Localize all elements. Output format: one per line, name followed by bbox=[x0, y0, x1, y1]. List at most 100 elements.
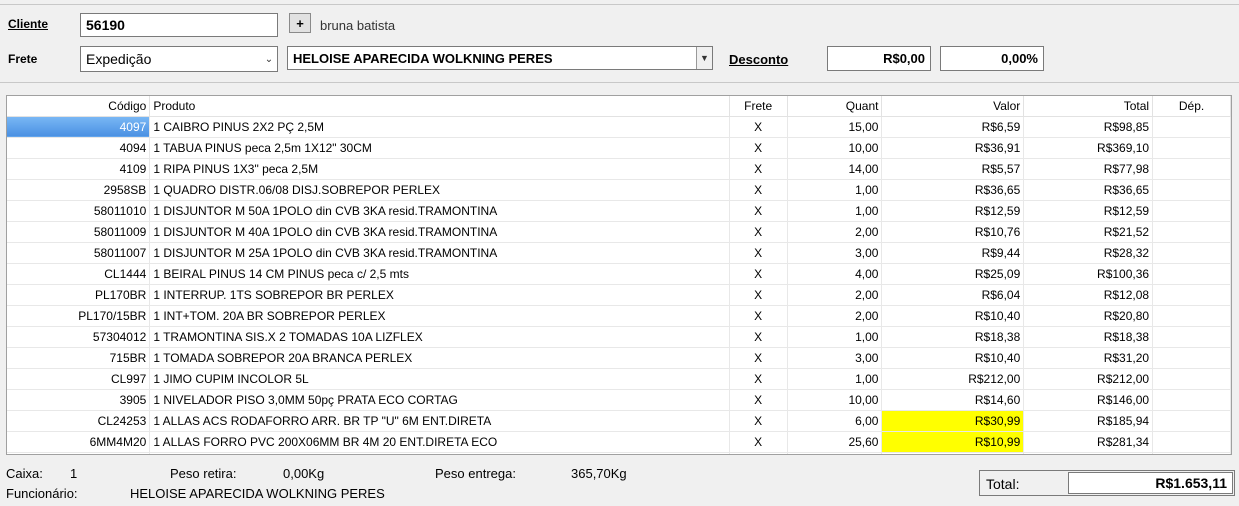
cell-produto[interactable]: 1 INT+TOM. 20A BR SOBREPOR PERLEX bbox=[149, 305, 730, 327]
cell-dep[interactable] bbox=[1152, 410, 1231, 432]
cell-produto[interactable]: 1 ALLAS ACS RODAFORRO ARR. BR TP "U" 6M … bbox=[149, 410, 730, 432]
cell-valor[interactable]: R$6,59 bbox=[881, 116, 1025, 138]
table-row[interactable]: 715BR 1 TOMADA SOBREPOR 20A BRANCA PERLEX… bbox=[7, 347, 1231, 369]
cell-valor[interactable]: R$5,57 bbox=[881, 158, 1025, 180]
cell-total[interactable]: R$100,36 bbox=[1023, 263, 1154, 285]
col-header-quant[interactable]: Quant bbox=[787, 96, 883, 117]
items-grid[interactable]: Código Produto Frete Quant Valor Total D… bbox=[6, 95, 1232, 455]
cell-frete[interactable]: X bbox=[729, 284, 788, 306]
cliente-input[interactable]: 56190 bbox=[80, 13, 278, 37]
cell-valor[interactable]: R$9,44 bbox=[881, 242, 1025, 264]
cell-total[interactable]: R$369,10 bbox=[1023, 137, 1154, 159]
cell-codigo[interactable]: 57304012 bbox=[7, 326, 151, 348]
cell-codigo[interactable]: 4094 bbox=[7, 137, 151, 159]
table-row[interactable]: 58011007 1 DISJUNTOR M 25A 1POLO din CVB … bbox=[7, 242, 1231, 264]
table-row[interactable]: PL170/15BR 1 INT+TOM. 20A BR SOBREPOR PER… bbox=[7, 305, 1231, 327]
cell-codigo[interactable]: CL997 bbox=[7, 368, 151, 390]
cell-frete[interactable]: X bbox=[729, 242, 788, 264]
cell-produto[interactable]: 1 TABUA PINUS peca 2,5m 1X12" 30CM bbox=[149, 137, 730, 159]
cell-total-empty[interactable] bbox=[1023, 452, 1154, 454]
cell-frete[interactable]: X bbox=[729, 179, 788, 201]
cell-codigo[interactable]: 58011007 bbox=[7, 242, 151, 264]
table-row[interactable]: PL170BR 1 INTERRUP. 1TS SOBREPOR BR PERLE… bbox=[7, 284, 1231, 306]
cell-total[interactable]: R$281,34 bbox=[1023, 431, 1154, 453]
cell-produto[interactable]: 1 DISJUNTOR M 50A 1POLO din CVB 3KA resi… bbox=[149, 200, 730, 222]
cell-valor[interactable]: R$10,40 bbox=[881, 305, 1025, 327]
cell-valor[interactable]: R$6,04 bbox=[881, 284, 1025, 306]
cell-frete[interactable]: X bbox=[729, 431, 788, 453]
cell-produto[interactable]: 1 ALLAS FORRO PVC 200X06MM BR 4M 20 ENT.… bbox=[149, 431, 730, 453]
cell-codigo[interactable]: CL1444 bbox=[7, 263, 151, 285]
cell-quant[interactable]: 3,00 bbox=[787, 242, 883, 264]
cell-frete[interactable]: X bbox=[729, 221, 788, 243]
cell-dep-empty[interactable] bbox=[1152, 452, 1231, 454]
cell-codigo[interactable]: 4109 bbox=[7, 158, 151, 180]
cell-frete[interactable]: X bbox=[729, 158, 788, 180]
cell-dep[interactable] bbox=[1152, 284, 1231, 306]
cell-total[interactable]: R$77,98 bbox=[1023, 158, 1154, 180]
cell-codigo[interactable]: 3905 bbox=[7, 389, 151, 411]
cell-total[interactable]: R$20,80 bbox=[1023, 305, 1154, 327]
cell-quant[interactable]: 3,00 bbox=[787, 347, 883, 369]
cell-produto[interactable]: 1 NIVELADOR PISO 3,0MM 50pç PRATA ECO CO… bbox=[149, 389, 730, 411]
cell-codigo[interactable]: PL170BR bbox=[7, 284, 151, 306]
cell-quant[interactable]: 6,00 bbox=[787, 410, 883, 432]
cell-dep[interactable] bbox=[1152, 221, 1231, 243]
cell-total[interactable]: R$18,38 bbox=[1023, 326, 1154, 348]
cell-dep[interactable] bbox=[1152, 326, 1231, 348]
cell-codigo[interactable]: 6MM4M20 bbox=[7, 431, 151, 453]
cell-valor[interactable]: R$10,40 bbox=[881, 347, 1025, 369]
cell-quant[interactable]: 2,00 bbox=[787, 284, 883, 306]
cell-quant[interactable]: 2,00 bbox=[787, 221, 883, 243]
cell-total[interactable]: R$185,94 bbox=[1023, 410, 1154, 432]
cell-produto[interactable]: 1 BEIRAL PINUS 14 CM PINUS peca c/ 2,5 m… bbox=[149, 263, 730, 285]
cell-total[interactable]: R$21,52 bbox=[1023, 221, 1154, 243]
table-row[interactable]: 4109 1 RIPA PINUS 1X3" peca 2,5M X 14,00 R$5… bbox=[7, 158, 1231, 180]
cell-dep[interactable] bbox=[1152, 347, 1231, 369]
desconto-percent-input[interactable]: 0,00% bbox=[940, 46, 1044, 71]
col-header-produto[interactable]: Produto bbox=[149, 96, 730, 117]
cell-frete[interactable]: X bbox=[729, 326, 788, 348]
col-header-total[interactable]: Total bbox=[1023, 96, 1154, 117]
cell-frete[interactable]: X bbox=[729, 116, 788, 138]
cell-total[interactable]: R$36,65 bbox=[1023, 179, 1154, 201]
cell-valor[interactable]: R$14,60 bbox=[881, 389, 1025, 411]
cell-total[interactable]: R$98,85 bbox=[1023, 116, 1154, 138]
add-cliente-button[interactable]: + bbox=[289, 13, 311, 33]
cell-quant[interactable]: 10,00 bbox=[787, 389, 883, 411]
cell-codigo[interactable]: 58011009 bbox=[7, 221, 151, 243]
cell-frete[interactable]: X bbox=[729, 389, 788, 411]
col-header-frete[interactable]: Frete bbox=[729, 96, 788, 117]
cell-valor[interactable]: R$30,99 bbox=[881, 410, 1025, 432]
table-row[interactable]: CL24253 1 ALLAS ACS RODAFORRO ARR. BR TP … bbox=[7, 410, 1231, 432]
cell-quant[interactable]: 14,00 bbox=[787, 158, 883, 180]
cell-produto[interactable]: 1 CAIBRO PINUS 2X2 PÇ 2,5M bbox=[149, 116, 730, 138]
cell-codigo[interactable]: PL170/15BR bbox=[7, 305, 151, 327]
col-header-dep[interactable]: Dép. bbox=[1152, 96, 1231, 117]
cell-quant[interactable]: 1,00 bbox=[787, 200, 883, 222]
cell-produto[interactable]: 1 TRAMONTINA SIS.X 2 TOMADAS 10A LIZFLEX bbox=[149, 326, 730, 348]
cell-codigo[interactable]: 2958SB bbox=[7, 179, 151, 201]
cell-dep[interactable] bbox=[1152, 116, 1231, 138]
cell-valor[interactable]: R$10,99 bbox=[881, 431, 1025, 453]
cell-codigo[interactable]: 58011010 bbox=[7, 200, 151, 222]
cell-produto[interactable]: 1 INTERRUP. 1TS SOBREPOR BR PERLEX bbox=[149, 284, 730, 306]
cell-frete-empty[interactable] bbox=[729, 452, 788, 454]
cell-frete[interactable]: X bbox=[729, 305, 788, 327]
cell-frete[interactable]: X bbox=[729, 137, 788, 159]
table-row-empty[interactable] bbox=[7, 452, 1231, 454]
table-row[interactable]: 57304012 1 TRAMONTINA SIS.X 2 TOMADAS 10A… bbox=[7, 326, 1231, 348]
table-row[interactable]: 2958SB 1 QUADRO DISTR.06/08 DISJ.SOBREPOR… bbox=[7, 179, 1231, 201]
cell-quant[interactable]: 4,00 bbox=[787, 263, 883, 285]
table-row[interactable]: 3905 1 NIVELADOR PISO 3,0MM 50pç PRATA EC… bbox=[7, 389, 1231, 411]
col-header-valor[interactable]: Valor bbox=[881, 96, 1025, 117]
table-row[interactable]: 4094 1 TABUA PINUS peca 2,5m 1X12" 30CM X 1… bbox=[7, 137, 1231, 159]
cell-total[interactable]: R$28,32 bbox=[1023, 242, 1154, 264]
cell-total[interactable]: R$212,00 bbox=[1023, 368, 1154, 390]
cell-valor[interactable]: R$36,65 bbox=[881, 179, 1025, 201]
cell-dep[interactable] bbox=[1152, 179, 1231, 201]
table-row[interactable]: CL1444 1 BEIRAL PINUS 14 CM PINUS peca c/… bbox=[7, 263, 1231, 285]
cell-quant[interactable]: 2,00 bbox=[787, 305, 883, 327]
cell-dep[interactable] bbox=[1152, 242, 1231, 264]
cell-codigo[interactable]: 715BR bbox=[7, 347, 151, 369]
